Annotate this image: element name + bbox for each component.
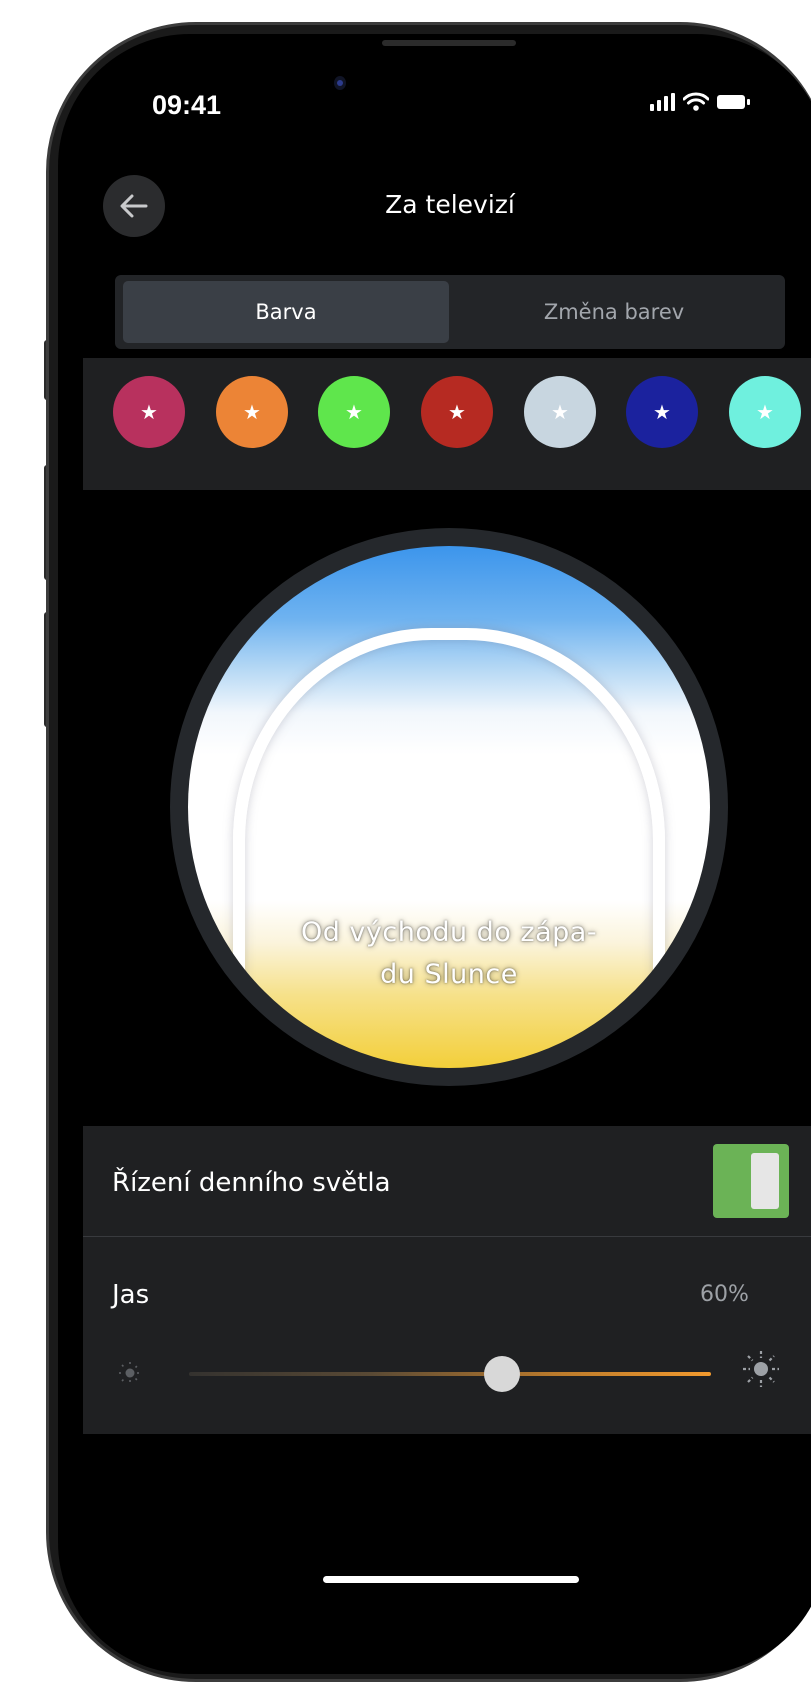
- arrow-left-icon: [120, 194, 148, 218]
- mode-tabs: Barva Změna barev: [115, 275, 785, 349]
- favorite-color-6[interactable]: ★: [626, 376, 698, 448]
- star-icon: ★: [653, 400, 671, 424]
- status-time: 09:41: [152, 90, 222, 120]
- page-title: Za televizí: [385, 190, 515, 219]
- favorite-color-3[interactable]: ★: [318, 376, 390, 448]
- favorite-color-4[interactable]: ★: [421, 376, 493, 448]
- status-icons: [650, 92, 750, 112]
- sun-bright-icon: [742, 1350, 780, 1397]
- tab-zmena-barev[interactable]: Změna barev: [449, 281, 779, 343]
- wifi-icon: [683, 92, 709, 111]
- star-icon: ★: [448, 400, 466, 424]
- speaker-grille: [382, 40, 516, 46]
- battery-icon: [717, 95, 750, 109]
- favorite-color-5[interactable]: ★: [524, 376, 596, 448]
- scene-label: Od východu do zápa- du Slunce: [250, 912, 648, 996]
- favorite-color-1[interactable]: ★: [113, 376, 185, 448]
- scene-label-line-1: Od východu do zápa-: [300, 917, 598, 948]
- back-button[interactable]: [103, 175, 165, 237]
- scene-label-line-2: du Slunce: [380, 959, 518, 990]
- brightness-slider-track[interactable]: [189, 1372, 711, 1376]
- star-icon: ★: [140, 400, 158, 424]
- toggle-knob: [751, 1153, 779, 1209]
- star-icon: ★: [551, 400, 569, 424]
- star-icon: ★: [756, 400, 774, 424]
- star-icon: ★: [243, 400, 261, 424]
- favorite-color-7[interactable]: ★: [729, 376, 801, 448]
- home-indicator[interactable]: [323, 1576, 579, 1583]
- brightness-label: Jas: [112, 1280, 150, 1310]
- divider: [83, 1236, 811, 1237]
- brightness-value: 60%: [700, 1282, 749, 1307]
- camera-dot: [334, 76, 346, 90]
- cellular-signal-icon: [650, 93, 675, 111]
- star-icon: ★: [345, 400, 363, 424]
- brightness-slider-thumb[interactable]: [484, 1356, 521, 1392]
- sun-path-arc: [233, 628, 665, 1068]
- tab-barva[interactable]: Barva: [123, 281, 449, 343]
- sun-dim-icon: [118, 1361, 142, 1391]
- daylight-control-label: Řízení denního světla: [112, 1168, 391, 1198]
- favorite-color-2[interactable]: ★: [216, 376, 288, 448]
